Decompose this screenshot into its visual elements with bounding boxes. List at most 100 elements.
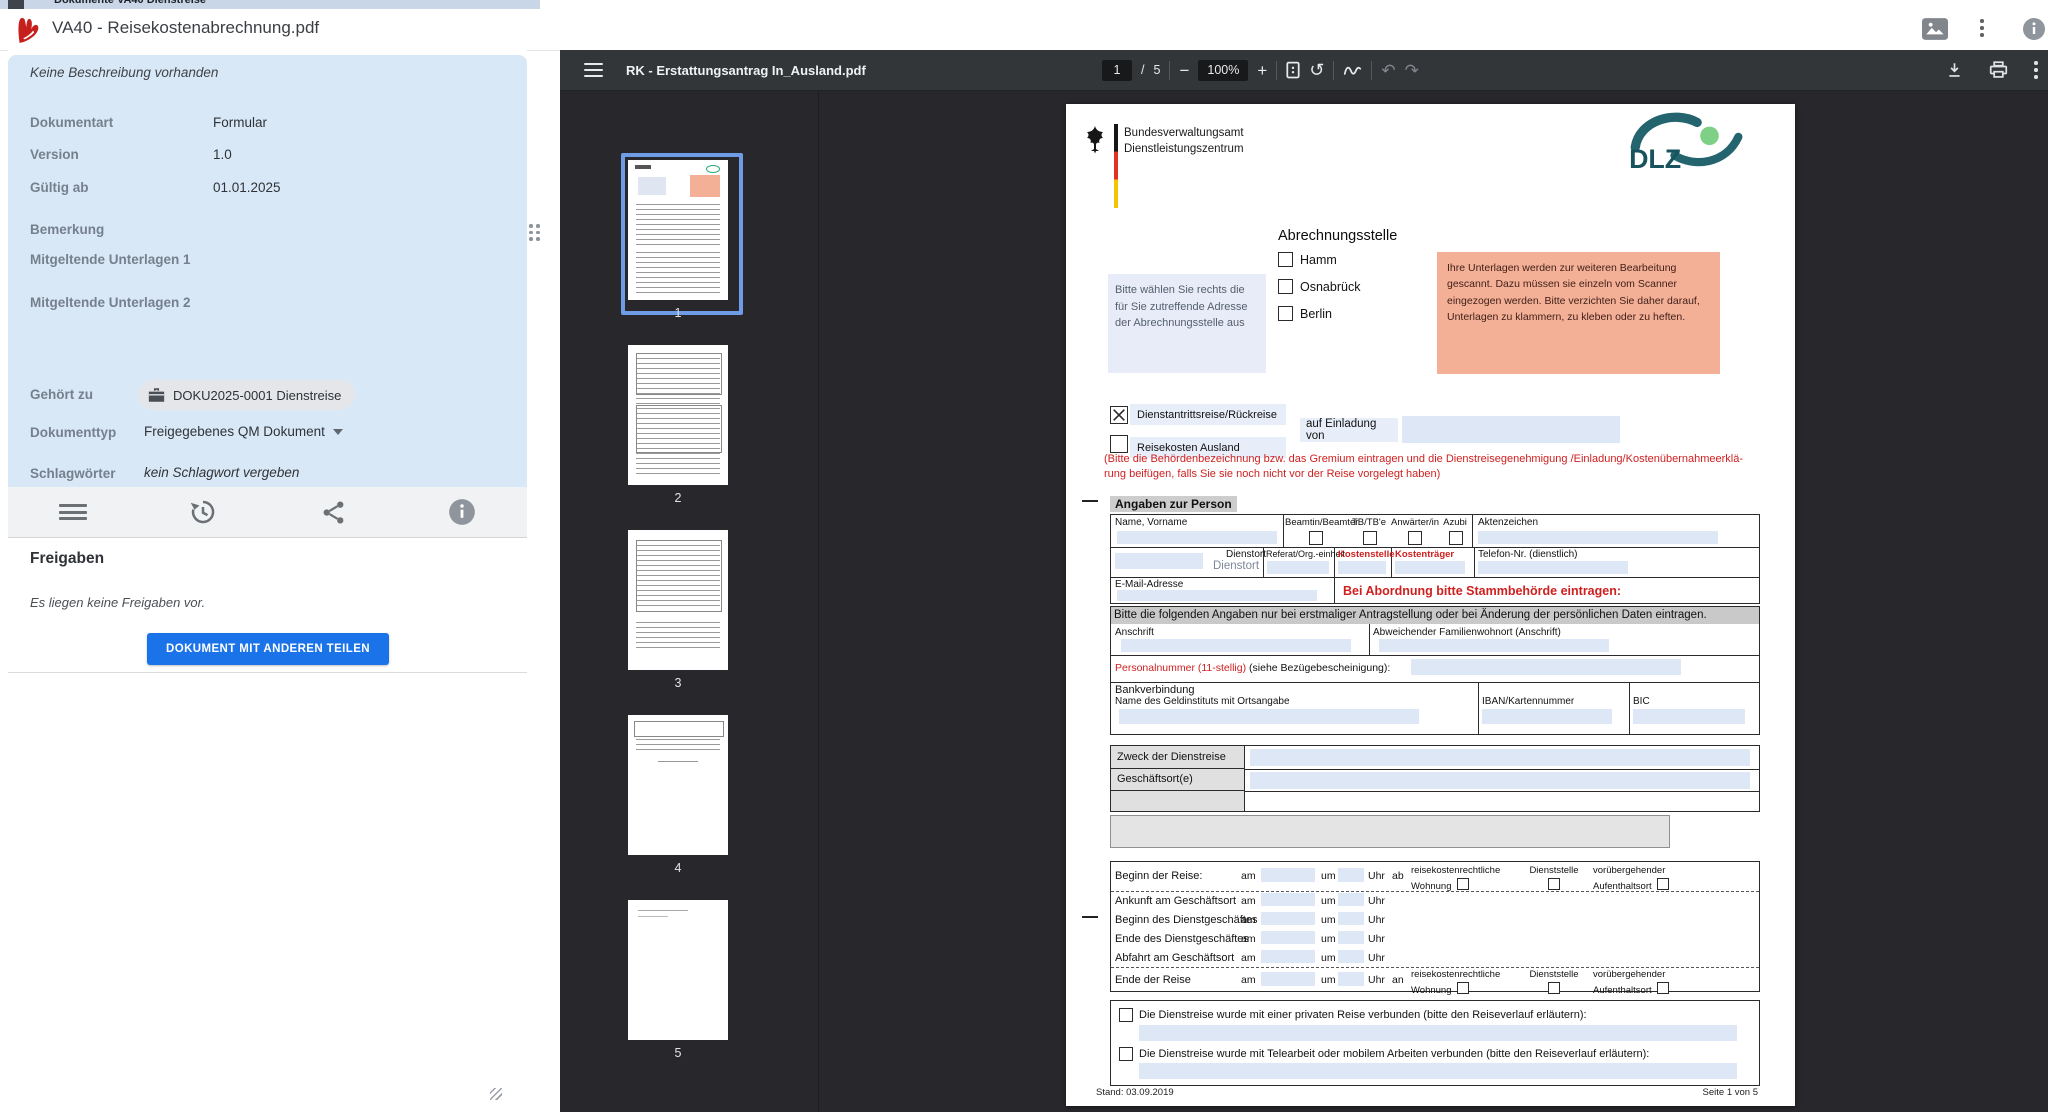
- trip-type-checkbox-checked[interactable]: [1110, 406, 1128, 424]
- residence-checkbox[interactable]: [1457, 982, 1469, 994]
- status-checkbox-tb[interactable]: [1363, 531, 1377, 545]
- download-icon[interactable]: [1946, 61, 1963, 79]
- am-label: am: [1241, 914, 1256, 926]
- preview-image-icon[interactable]: [1922, 17, 1948, 41]
- telework-checkbox[interactable]: [1119, 1047, 1133, 1061]
- am-label: am: [1241, 952, 1256, 964]
- office-label-hamm: Hamm: [1300, 253, 1337, 267]
- resize-handle[interactable]: [490, 1088, 502, 1100]
- menu-icon[interactable]: [59, 504, 87, 520]
- status-checkbox-beamter[interactable]: [1309, 531, 1323, 545]
- fold-mark: [1082, 500, 1098, 502]
- thumbnail-page-3[interactable]: [628, 530, 728, 670]
- date-input[interactable]: [1261, 868, 1315, 882]
- pdf-viewer: RK - Erstattungsantrag In_Ausland.pdf 1 …: [560, 50, 2048, 1112]
- zoom-in-button[interactable]: +: [1257, 62, 1267, 79]
- page-number-input[interactable]: 1: [1102, 60, 1132, 81]
- info-icon[interactable]: [2022, 17, 2046, 41]
- field-label-unterlagen-2: Mitgeltende Unterlagen 2: [30, 295, 208, 312]
- kostenstelle-input[interactable]: [1338, 561, 1386, 574]
- date-input[interactable]: [1261, 912, 1315, 925]
- time-input[interactable]: [1338, 931, 1364, 944]
- purpose-input[interactable]: [1250, 749, 1750, 766]
- temp-stay-checkbox[interactable]: [1657, 878, 1669, 890]
- name-input[interactable]: [1117, 531, 1277, 544]
- trip-type-checkbox-unchecked[interactable]: [1110, 435, 1128, 453]
- authority-note-line-1: (Bitte die Behördenbezeichnung bzw. das …: [1104, 452, 1766, 467]
- dienstort-input[interactable]: [1115, 553, 1203, 569]
- kebab-menu-icon[interactable]: [2034, 60, 2038, 80]
- x-mark-icon: [1111, 407, 1127, 423]
- status-checkbox-azubi[interactable]: [1449, 531, 1463, 545]
- office-checkbox-osnabrueck[interactable]: [1278, 279, 1293, 294]
- time-input[interactable]: [1338, 972, 1364, 986]
- zoom-level[interactable]: 100%: [1198, 60, 1248, 81]
- temp-stay-checkbox[interactable]: [1657, 982, 1669, 994]
- print-icon[interactable]: [1989, 61, 2008, 79]
- um-label: um: [1321, 974, 1336, 986]
- pdf-toolbar-right: [1946, 50, 2038, 90]
- pdf-page-1: Bundesverwaltungsamt Dienstleistungszent…: [1066, 104, 1795, 1106]
- residence-label: reisekostenrechtliche Wohnung: [1411, 865, 1500, 892]
- thumbnail-page-4[interactable]: [628, 715, 728, 855]
- thumbnails-toggle-icon[interactable]: [584, 63, 603, 77]
- bic-input[interactable]: [1633, 709, 1745, 724]
- private-trip-checkbox[interactable]: [1119, 1008, 1133, 1022]
- zoom-out-button[interactable]: −: [1179, 62, 1189, 79]
- iban-input[interactable]: [1482, 709, 1612, 724]
- office-checkbox-hamm[interactable]: [1278, 252, 1293, 267]
- dokumenttyp-select[interactable]: Freigegebenes QM Dokument: [144, 424, 343, 439]
- thumbnail-page-5[interactable]: [628, 900, 728, 1040]
- date-input[interactable]: [1261, 893, 1315, 906]
- anschrift-input[interactable]: [1121, 639, 1351, 652]
- fit-page-icon[interactable]: [1286, 61, 1300, 79]
- referat-input[interactable]: [1267, 561, 1329, 574]
- aktenzeichen-input[interactable]: [1478, 531, 1718, 544]
- page-total: 5: [1153, 63, 1160, 77]
- history-icon[interactable]: [188, 497, 218, 527]
- kostenstelle-label: Kostenstelle: [1338, 549, 1395, 560]
- panel-drag-handle[interactable]: [529, 224, 540, 241]
- time-input[interactable]: [1338, 912, 1364, 925]
- business-location-label: Geschäftsort(e): [1117, 773, 1193, 785]
- time-input[interactable]: [1338, 950, 1364, 963]
- office-checkbox-berlin[interactable]: [1278, 306, 1293, 321]
- info-icon[interactable]: [448, 498, 476, 526]
- annotate-icon[interactable]: [1343, 63, 1362, 78]
- share-icon[interactable]: [320, 499, 347, 526]
- redo-icon[interactable]: ↷: [1405, 62, 1419, 79]
- time-input[interactable]: [1338, 868, 1364, 882]
- dienststelle-checkbox[interactable]: [1548, 878, 1560, 890]
- invitation-input[interactable]: [1402, 416, 1620, 443]
- sidebar-action-bar: [8, 487, 527, 538]
- kostentraeger-input[interactable]: [1395, 561, 1465, 574]
- thumbnail-page-2[interactable]: [628, 345, 728, 485]
- personalnummer-input[interactable]: [1411, 659, 1681, 675]
- briefcase-icon: [148, 387, 165, 403]
- um-label: um: [1321, 933, 1336, 945]
- date-input[interactable]: [1261, 950, 1315, 963]
- telework-input[interactable]: [1139, 1063, 1737, 1079]
- bank-name-input[interactable]: [1119, 709, 1419, 724]
- share-document-button[interactable]: DOKUMENT MIT ANDEREN TEILEN: [147, 633, 389, 665]
- undo-icon[interactable]: ↶: [1381, 62, 1395, 79]
- date-input[interactable]: [1261, 972, 1315, 986]
- thumbnail-page-1[interactable]: [628, 160, 728, 300]
- uhr-label: Uhr: [1368, 870, 1385, 882]
- aktenzeichen-label: Aktenzeichen: [1478, 517, 1538, 528]
- pdf-toolbar-center: 1 / 5 − 100% + ↺ ↶ ↷: [1102, 50, 1419, 90]
- dienststelle-checkbox[interactable]: [1548, 982, 1560, 994]
- thumbnail-number-1: 1: [628, 306, 728, 320]
- telefon-input[interactable]: [1478, 561, 1628, 574]
- familienwohnort-input[interactable]: [1379, 639, 1609, 652]
- rotate-icon[interactable]: ↺: [1309, 61, 1324, 79]
- status-checkbox-anwaerter[interactable]: [1408, 531, 1422, 545]
- time-input[interactable]: [1338, 893, 1364, 906]
- email-input[interactable]: [1117, 590, 1317, 601]
- business-location-input[interactable]: [1250, 772, 1750, 789]
- kebab-menu-icon[interactable]: [1980, 18, 1984, 40]
- residence-checkbox[interactable]: [1457, 878, 1469, 890]
- private-trip-input[interactable]: [1139, 1025, 1737, 1041]
- date-input[interactable]: [1261, 931, 1315, 944]
- related-dossier-chip[interactable]: DOKU2025-0001 Dienstreise: [138, 380, 355, 410]
